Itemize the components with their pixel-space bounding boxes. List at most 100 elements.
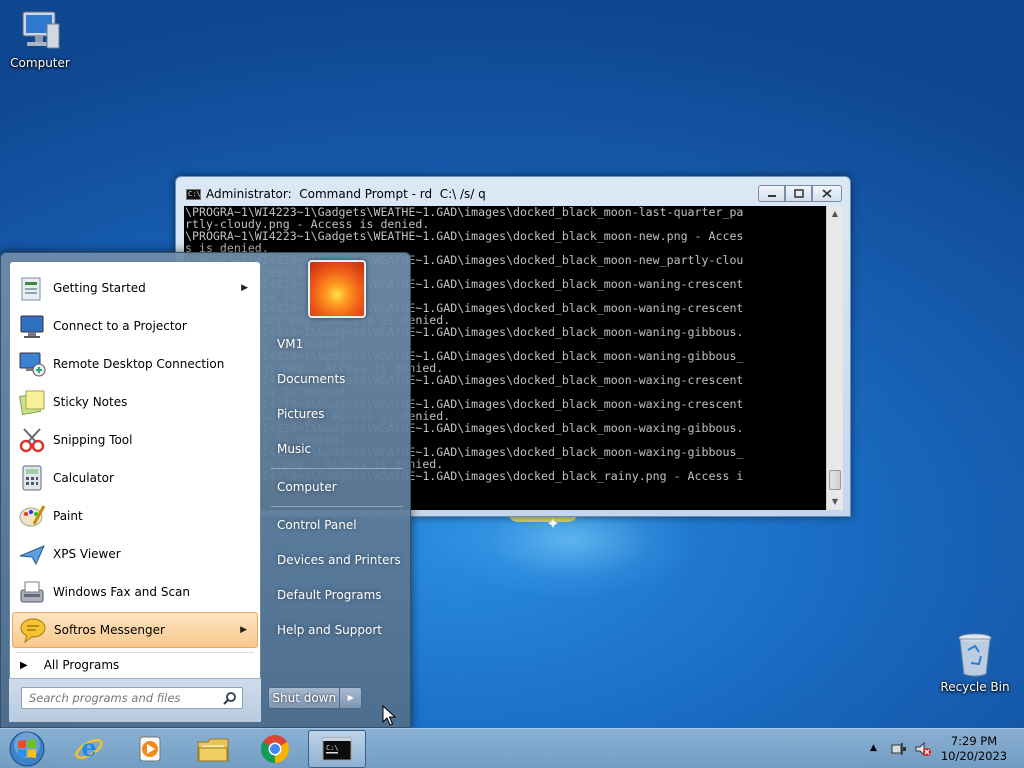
right-item-help-support[interactable]: Help and Support xyxy=(277,623,382,637)
divider xyxy=(271,468,403,469)
system-clock[interactable]: 7:29 PM 10/20/2023 xyxy=(932,734,1016,764)
search-input[interactable] xyxy=(29,688,219,708)
program-sticky-notes[interactable]: Sticky Notes xyxy=(12,384,258,420)
shutdown-options-icon[interactable]: ▶ xyxy=(339,688,361,708)
console-line: \PROGRA~1\WI4223~1\Gadgets\WEATHE~1.GAD\… xyxy=(185,229,744,243)
paint-icon xyxy=(19,505,46,527)
program-fax-scan[interactable]: Windows Fax and Scan xyxy=(12,574,258,610)
shutdown-button[interactable]: Shut down xyxy=(269,688,339,708)
program-paint[interactable]: Paint xyxy=(12,498,258,534)
taskbar-internet-explorer[interactable]: e xyxy=(60,730,118,768)
media-player-icon xyxy=(139,736,161,762)
program-label: Connect to a Projector xyxy=(53,319,187,333)
calculator-icon xyxy=(22,465,42,491)
minimize-button[interactable] xyxy=(758,185,785,202)
clock-time: 7:29 PM xyxy=(950,734,998,748)
right-item-music[interactable]: Music xyxy=(277,442,311,456)
search-icon[interactable] xyxy=(223,691,237,705)
program-calculator[interactable]: Calculator xyxy=(12,460,258,496)
program-getting-started[interactable]: Getting Started ▶ xyxy=(12,270,258,306)
start-button[interactable] xyxy=(4,730,50,768)
right-item-user[interactable]: VM1 xyxy=(277,337,303,351)
all-programs-button[interactable]: ▶ All Programs xyxy=(20,658,119,672)
right-item-devices-printers[interactable]: Devices and Printers xyxy=(277,553,401,567)
taskbar: e C:\ ▲ 7:29 PM 10/20/2023 xyxy=(0,728,1024,768)
all-programs-arrow-icon: ▶ xyxy=(20,659,28,671)
window-title: Administrator: Command Prompt - rd C:\ /… xyxy=(206,187,486,201)
explorer-icon xyxy=(197,738,229,762)
show-hidden-icons[interactable]: ▲ xyxy=(870,743,877,753)
sticky-notes-icon xyxy=(18,390,45,416)
program-label: Paint xyxy=(53,509,83,523)
program-label: Sticky Notes xyxy=(53,395,128,409)
divider xyxy=(271,506,403,507)
maximize-button[interactable] xyxy=(785,185,812,202)
program-label: XPS Viewer xyxy=(53,547,121,561)
search-area xyxy=(9,678,261,722)
right-item-documents[interactable]: Documents xyxy=(277,372,345,386)
program-snipping-tool[interactable]: Snipping Tool xyxy=(12,422,258,458)
program-label: Calculator xyxy=(53,471,114,485)
svg-text:e: e xyxy=(81,733,96,762)
program-softros-messenger[interactable]: Softros Messenger ▶ xyxy=(12,612,258,648)
submenu-arrow-icon: ▶ xyxy=(240,625,247,635)
mouse-pointer-icon xyxy=(382,705,396,726)
search-box[interactable] xyxy=(21,687,243,709)
snipping-tool-icon xyxy=(19,428,45,453)
chrome-icon xyxy=(261,735,289,763)
program-label: Windows Fax and Scan xyxy=(53,585,191,599)
right-item-pictures[interactable]: Pictures xyxy=(277,407,325,421)
vertical-scrollbar[interactable]: ▲ ▼ xyxy=(826,206,843,510)
submenu-arrow-icon: ▶ xyxy=(241,283,248,293)
softros-messenger-icon xyxy=(20,618,46,644)
fax-scan-icon xyxy=(20,581,44,603)
internet-explorer-icon: e xyxy=(75,733,103,762)
window-controls xyxy=(758,185,842,202)
program-label: Softros Messenger xyxy=(54,623,165,637)
program-label: Getting Started xyxy=(53,281,146,295)
start-menu-programs-pane: Getting Started ▶ Connect to a Projector… xyxy=(9,261,261,721)
xps-viewer-icon xyxy=(19,545,45,566)
getting-started-icon xyxy=(21,277,41,301)
windows-logo-icon xyxy=(9,731,45,767)
computer-icon xyxy=(22,11,60,49)
desktop-icon-label: Recycle Bin xyxy=(940,680,1010,694)
wallpaper-sparkle: ✦ xyxy=(546,514,560,533)
clock-date: 10/20/2023 xyxy=(940,749,1008,763)
scroll-down-icon[interactable]: ▼ xyxy=(827,494,843,510)
program-xps-viewer[interactable]: XPS Viewer xyxy=(12,536,258,572)
taskbar-media-player[interactable] xyxy=(121,730,179,768)
svg-text:C:\: C:\ xyxy=(326,744,339,752)
projector-icon xyxy=(20,315,44,338)
program-connect-projector[interactable]: Connect to a Projector xyxy=(12,308,258,344)
taskbar-windows-explorer[interactable] xyxy=(184,730,242,768)
desktop-icon-label: Computer xyxy=(10,56,70,70)
start-menu: Getting Started ▶ Connect to a Projector… xyxy=(0,252,411,728)
scroll-thumb[interactable] xyxy=(829,470,841,490)
scroll-up-icon[interactable]: ▲ xyxy=(827,206,843,222)
minimize-icon xyxy=(767,194,776,197)
cmd-taskbar-icon: C:\ xyxy=(322,737,352,761)
action-center-icon[interactable] xyxy=(890,741,908,757)
right-item-control-panel[interactable]: Control Panel xyxy=(277,518,357,532)
desktop-icon-computer[interactable]: Computer xyxy=(1,10,79,70)
program-label: Snipping Tool xyxy=(53,433,133,447)
window-titlebar[interactable]: C:\ Administrator: Command Prompt - rd C… xyxy=(176,177,850,209)
right-item-computer[interactable]: Computer xyxy=(277,480,337,494)
right-item-default-programs[interactable]: Default Programs xyxy=(277,588,382,602)
remote-desktop-icon xyxy=(19,352,46,377)
program-remote-desktop[interactable]: Remote Desktop Connection xyxy=(12,346,258,382)
divider xyxy=(16,652,254,653)
shutdown-button-group: Shut down ▶ xyxy=(268,687,362,709)
volume-muted-icon[interactable] xyxy=(914,741,932,757)
close-button[interactable] xyxy=(812,185,842,202)
recycle-bin-icon xyxy=(958,633,992,677)
maximize-icon xyxy=(793,189,804,198)
program-label: Remote Desktop Connection xyxy=(53,357,225,371)
desktop-icon-recycle-bin[interactable]: Recycle Bin xyxy=(936,632,1014,694)
cmd-icon: C:\ xyxy=(186,189,201,200)
taskbar-command-prompt[interactable]: C:\ xyxy=(308,730,366,768)
taskbar-chrome[interactable] xyxy=(246,730,304,768)
user-account-picture[interactable] xyxy=(308,260,366,318)
all-programs-label: All Programs xyxy=(43,658,120,672)
